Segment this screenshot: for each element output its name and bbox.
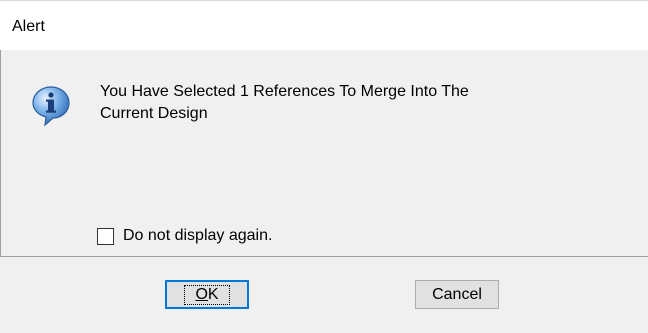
window-title: Alert bbox=[12, 18, 45, 35]
do-not-display-again-label[interactable]: Do not display again. bbox=[123, 227, 272, 245]
alert-dialog: Alert You Have Selected 1 References To … bbox=[0, 0, 648, 333]
alert-message: You Have Selected 1 References To Merge … bbox=[100, 81, 620, 125]
info-icon bbox=[32, 86, 70, 127]
cancel-button-label: Cancel bbox=[432, 285, 482, 303]
cancel-button[interactable]: Cancel bbox=[415, 280, 499, 309]
alert-message-line-2: Current Design bbox=[100, 105, 208, 122]
do-not-display-again-row[interactable]: Do not display again. bbox=[97, 226, 272, 246]
ok-button[interactable]: OK bbox=[165, 280, 249, 309]
alert-message-line-1: You Have Selected 1 References To Merge … bbox=[100, 83, 469, 100]
button-area-separator bbox=[0, 256, 648, 257]
ok-button-label: OK bbox=[184, 284, 230, 305]
title-bar: Alert bbox=[0, 0, 648, 50]
do-not-display-again-checkbox[interactable] bbox=[97, 227, 114, 245]
